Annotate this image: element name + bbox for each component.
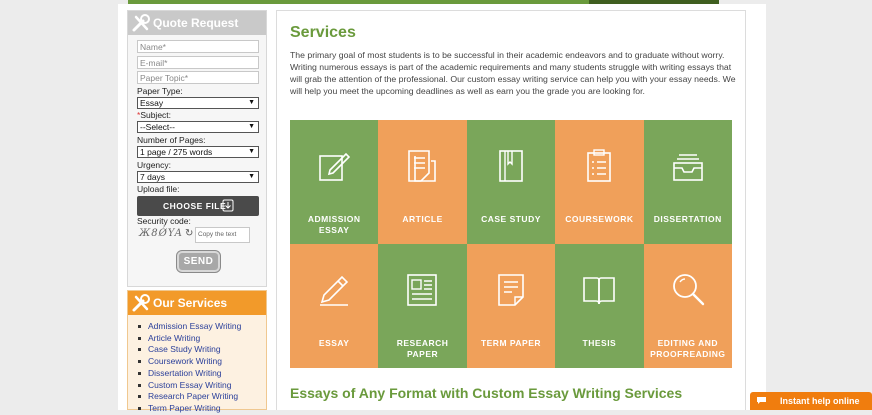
- newspaper-icon: [407, 274, 438, 306]
- service-link[interactable]: Custom Essay Writing: [137, 380, 241, 392]
- tile-term-paper[interactable]: TERM PAPER: [466, 244, 556, 368]
- section-subtitle: Essays of Any Format with Custom Essay W…: [290, 385, 683, 401]
- email-input[interactable]: E-mail*: [137, 56, 259, 69]
- paper-type-label: Paper Type:: [137, 86, 183, 96]
- service-link[interactable]: Dissertation Writing: [137, 368, 241, 380]
- paper-type-value: Essay: [140, 98, 164, 108]
- tile-label: THESIS: [582, 338, 617, 348]
- captcha-image: Ж8ǾYA: [139, 228, 183, 239]
- tile-label: COURSEWORK: [565, 214, 634, 224]
- pages-label: Number of Pages:: [137, 135, 206, 145]
- pages-value: 1 page / 275 words: [140, 147, 213, 157]
- tile-label: CASE STUDY: [481, 214, 541, 224]
- paper-type-select[interactable]: Essay ▼: [137, 97, 259, 109]
- our-services-header: Our Services: [128, 291, 266, 315]
- service-link[interactable]: Admission Essay Writing: [137, 321, 241, 333]
- tile-research-paper[interactable]: RESEARCH PAPER: [378, 244, 467, 368]
- tile-coursework[interactable]: COURSEWORK: [555, 120, 644, 244]
- tile-essay[interactable]: ESSAY: [290, 244, 379, 368]
- pencil-icon: [320, 275, 349, 306]
- quote-request-panel: Quote Request Name* E-mail* Paper Topic*…: [127, 10, 267, 287]
- tile-thesis[interactable]: THESIS: [555, 244, 644, 368]
- subject-select[interactable]: --Select-- ▼: [137, 121, 259, 133]
- chevron-down-icon: ▼: [248, 123, 255, 130]
- subject-label: *Subject:: [137, 110, 172, 120]
- page-icon: [497, 274, 524, 306]
- page-title: Services: [290, 24, 356, 41]
- instant-help-label: Instant help online: [780, 396, 860, 406]
- captcha-input[interactable]: Copy the text: [195, 227, 250, 243]
- chevron-down-icon: ▼: [248, 173, 255, 180]
- refresh-icon[interactable]: ↻: [185, 228, 193, 239]
- service-link[interactable]: Research Paper Writing: [137, 391, 241, 403]
- checklist-icon: [587, 149, 611, 182]
- urgency-label: Urgency:: [137, 160, 172, 170]
- tile-admission-essay[interactable]: ADMISSION ESSAY: [290, 120, 379, 244]
- upload-icon: [222, 199, 234, 212]
- name-input[interactable]: Name*: [137, 40, 259, 53]
- chat-bubble-icon: [757, 397, 766, 404]
- tile-label: RESEARCH PAPER: [396, 338, 449, 359]
- instant-help-button[interactable]: Instant help online: [750, 392, 872, 410]
- open-book-icon: [583, 277, 615, 305]
- chevron-down-icon: ▼: [248, 99, 255, 106]
- services-list: Admission Essay Writing Article Writing …: [137, 321, 241, 415]
- tile-label: ADMISSION ESSAY: [307, 214, 361, 235]
- intro-text: The primary goal of most students is to …: [290, 50, 736, 96]
- urgency-select[interactable]: 7 days ▼: [137, 171, 259, 183]
- tile-label: DISSERTATION: [653, 214, 722, 224]
- chevron-down-icon: ▼: [248, 148, 255, 155]
- tray-icon: [672, 154, 703, 181]
- service-link[interactable]: Term Paper Writing: [137, 403, 241, 415]
- service-link[interactable]: Article Writing: [137, 333, 241, 345]
- paper-topic-input[interactable]: Paper Topic*: [137, 71, 259, 84]
- service-link[interactable]: Case Study Writing: [137, 344, 241, 356]
- choose-file-label: CHOOSE FILE: [163, 201, 227, 211]
- choose-file-button[interactable]: CHOOSE FILE: [137, 196, 259, 216]
- service-link[interactable]: Coursework Writing: [137, 356, 241, 368]
- tile-label: EDITING AND PROOFREADING: [650, 338, 726, 359]
- tile-editing-proofreading[interactable]: EDITING AND PROOFREADING: [643, 244, 732, 368]
- tile-label: ESSAY: [318, 338, 350, 348]
- quote-request-header: Quote Request: [128, 11, 266, 35]
- services-grid: ADMISSION ESSAY ARTICLE CASE STUDY COURS…: [290, 120, 732, 368]
- document-icon: [408, 150, 437, 182]
- tools-icon: [132, 14, 150, 32]
- tile-label: TERM PAPER: [480, 338, 542, 348]
- tile-dissertation[interactable]: DISSERTATION: [643, 120, 732, 244]
- book-icon: [498, 150, 523, 182]
- our-services-title: Our Services: [153, 296, 228, 310]
- security-code-label: Security code:: [137, 216, 191, 226]
- pages-select[interactable]: 1 page / 275 words ▼: [137, 146, 259, 158]
- urgency-value: 7 days: [140, 172, 166, 182]
- send-button[interactable]: SEND: [177, 251, 220, 272]
- tile-article[interactable]: ARTICLE: [378, 120, 467, 244]
- magnifier-icon: [672, 274, 704, 306]
- edit-icon: [319, 152, 351, 181]
- tile-case-study[interactable]: CASE STUDY: [466, 120, 556, 244]
- tools-icon: [132, 294, 150, 312]
- upload-label: Upload file:: [137, 184, 180, 194]
- quote-request-title: Quote Request: [153, 16, 239, 30]
- tile-label: ARTICLE: [402, 214, 443, 224]
- subject-value: --Select--: [140, 122, 175, 132]
- our-services-panel: Our Services Admission Essay Writing Art…: [127, 290, 267, 413]
